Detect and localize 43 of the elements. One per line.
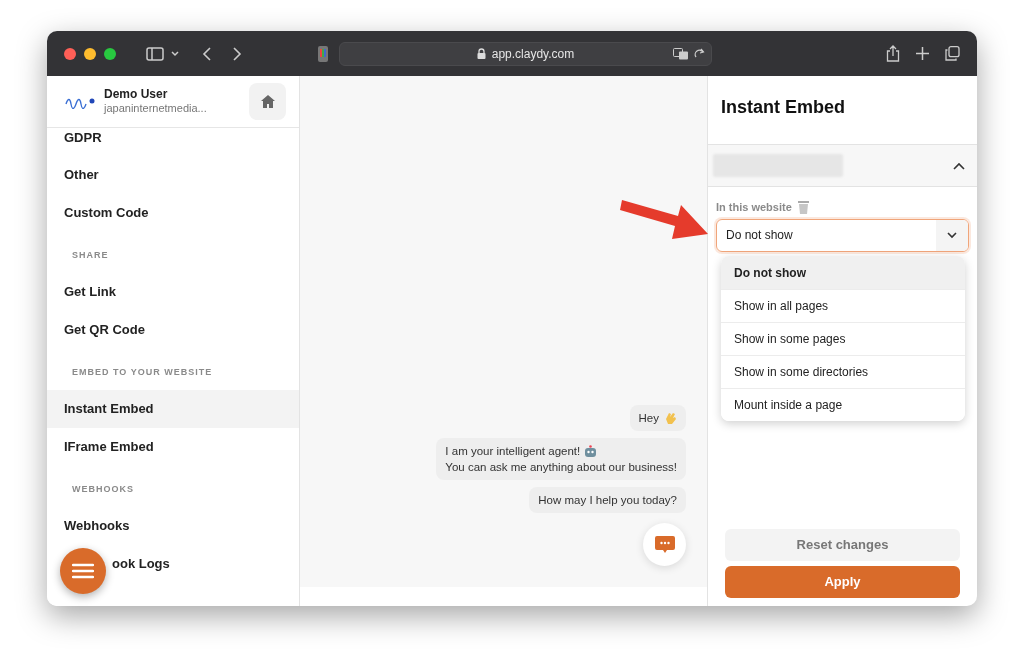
chat-message: I am your intelligent agent! You can ask me anything about our business! [436, 438, 686, 480]
dropdown-option[interactable]: Show in all pages [721, 289, 965, 322]
dropdown-option[interactable]: Mount inside a page [721, 388, 965, 421]
reload-icon[interactable] [694, 47, 705, 60]
dropdown-option[interactable]: Show in some directories [721, 355, 965, 388]
favicon-icon [318, 45, 328, 62]
forward-icon[interactable] [232, 46, 242, 61]
user-name: Demo User [104, 87, 169, 103]
home-button[interactable] [249, 83, 286, 120]
chat-message: How may I help you today? [529, 487, 686, 513]
sidebar-item[interactable]: Instant Embed [47, 390, 299, 428]
chevron-down-icon[interactable] [170, 49, 180, 58]
url-text: app.claydy.com [491, 45, 575, 63]
chat-bubble-icon [654, 535, 675, 554]
robot-icon [584, 444, 598, 458]
address-bar[interactable]: app.claydy.com [339, 41, 712, 66]
minimize-button[interactable] [84, 47, 96, 60]
account-name: japaninternetmedia... [104, 102, 207, 116]
chevron-up-icon [953, 161, 965, 170]
share-icon[interactable] [886, 45, 900, 62]
dropdown-option[interactable]: Do not show [721, 256, 965, 289]
section-heading: WEBHOOKS [71, 483, 135, 496]
panel-title: Instant Embed [721, 97, 845, 117]
new-tab-icon[interactable] [916, 47, 929, 60]
close-button[interactable] [64, 47, 76, 60]
section-heading: SHARE [71, 249, 110, 262]
waving-hand-icon [663, 411, 677, 425]
chat-message: Hey [629, 405, 686, 431]
menu-icon [72, 563, 94, 579]
tabs-overview-icon[interactable] [945, 46, 960, 61]
field-label: In this website [716, 200, 792, 215]
lock-icon [476, 48, 486, 59]
chevron-down-icon [947, 231, 957, 239]
chat-launcher-button[interactable] [643, 523, 686, 566]
translate-icon[interactable] [673, 47, 689, 60]
sidebar-toggle-icon[interactable] [146, 46, 164, 61]
dropdown-option[interactable]: Show in some pages [721, 322, 965, 355]
home-icon [260, 95, 275, 108]
back-icon[interactable] [202, 46, 212, 61]
embed-select[interactable]: Do not show [716, 218, 969, 252]
reset-button[interactable]: Reset changes [725, 529, 960, 561]
maximize-button[interactable] [104, 47, 116, 60]
section-heading: EMBED TO YOUR WEBSITE [71, 366, 214, 379]
